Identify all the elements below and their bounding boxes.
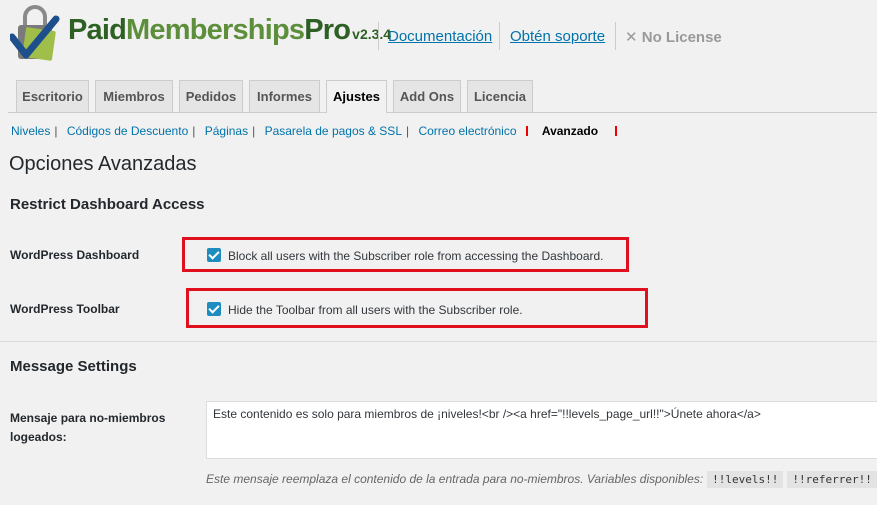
subnav-avanzado[interactable]: Avanzado <box>542 124 598 138</box>
tabs-baseline <box>8 112 877 113</box>
subnav-correo-electronico[interactable]: Correo electrónico <box>418 124 516 138</box>
section-divider <box>0 341 877 342</box>
header-divider <box>499 22 500 50</box>
subnav-separator: | <box>252 124 256 138</box>
non-member-message-label-line2: logeados: <box>10 430 67 444</box>
message-settings-title: Message Settings <box>10 358 137 375</box>
tab-miembros[interactable]: Miembros <box>95 80 173 112</box>
close-icon: ✕ <box>625 29 638 46</box>
subnav-codigos-descuento[interactable]: Códigos de Descuento <box>67 124 188 138</box>
variable-referrer: !!referrer!! <box>787 471 877 488</box>
brand-pro: Pro <box>304 14 351 46</box>
variable-levels: !!levels!! <box>707 471 784 488</box>
tab-add-ons[interactable]: Add Ons <box>393 80 461 112</box>
tab-licencia[interactable]: Licencia <box>467 80 533 112</box>
hide-toolbar-checkbox-label[interactable]: Hide the Toolbar from all users with the… <box>228 303 523 317</box>
toolbar-checkbox-row[interactable]: Hide the Toolbar from all users with the… <box>207 301 523 319</box>
message-description-text: Este mensaje reemplaza el contenido de l… <box>206 472 704 486</box>
support-link[interactable]: Obtén soporte <box>510 28 605 45</box>
dashboard-checkbox-row[interactable]: Block all users with the Subscriber role… <box>207 247 604 265</box>
header-divider <box>615 22 616 50</box>
message-description: Este mensaje reemplaza el contenido de l… <box>206 471 877 488</box>
hide-toolbar-checkbox[interactable] <box>207 302 221 316</box>
page-title: Opciones Avanzadas <box>9 153 197 175</box>
highlight-mark <box>525 126 528 136</box>
restrict-dashboard-title: Restrict Dashboard Access <box>10 196 205 213</box>
license-status: ✕ No License <box>625 28 722 46</box>
non-member-message-textarea[interactable]: Este contenido es solo para miembros de … <box>206 401 877 459</box>
highlight-mark <box>615 126 618 136</box>
brand-paid: Paid <box>68 14 127 46</box>
license-status-text: No License <box>641 29 722 46</box>
brand-memberships: Memberships <box>126 14 305 46</box>
subnav-separator: | <box>54 124 58 138</box>
header-divider <box>378 22 379 50</box>
subnav-paginas[interactable]: Páginas <box>205 124 248 138</box>
block-dashboard-checkbox[interactable] <box>207 248 221 262</box>
tab-escritorio[interactable]: Escritorio <box>16 80 89 112</box>
pmpro-logo-icon <box>10 5 60 61</box>
subnav-separator: | <box>406 124 410 138</box>
brand-name: PaidMembershipsPro v2.3.4 <box>68 14 391 47</box>
non-member-message-label-line1: Mensaje para no-miembros <box>10 411 166 425</box>
subnav-niveles[interactable]: Niveles <box>11 124 50 138</box>
block-dashboard-checkbox-label[interactable]: Block all users with the Subscriber role… <box>228 249 604 263</box>
subnav-separator: | <box>192 124 196 138</box>
version-label: v2.3.4 <box>352 26 392 42</box>
wordpress-toolbar-label: WordPress Toolbar <box>10 302 120 316</box>
non-member-message-label: Mensaje para no-miembros logeados: <box>10 409 165 447</box>
tab-pedidos[interactable]: Pedidos <box>179 80 243 112</box>
documentation-link[interactable]: Documentación <box>388 28 492 45</box>
tab-ajustes[interactable]: Ajustes <box>326 80 387 113</box>
tab-informes[interactable]: Informes <box>249 80 320 112</box>
wordpress-dashboard-label: WordPress Dashboard <box>10 248 140 262</box>
subnav-pasarela-pagos[interactable]: Pasarela de pagos & SSL <box>265 124 402 138</box>
settings-subnav: Niveles | Códigos de Descuento | Páginas | … <box>11 124 631 138</box>
